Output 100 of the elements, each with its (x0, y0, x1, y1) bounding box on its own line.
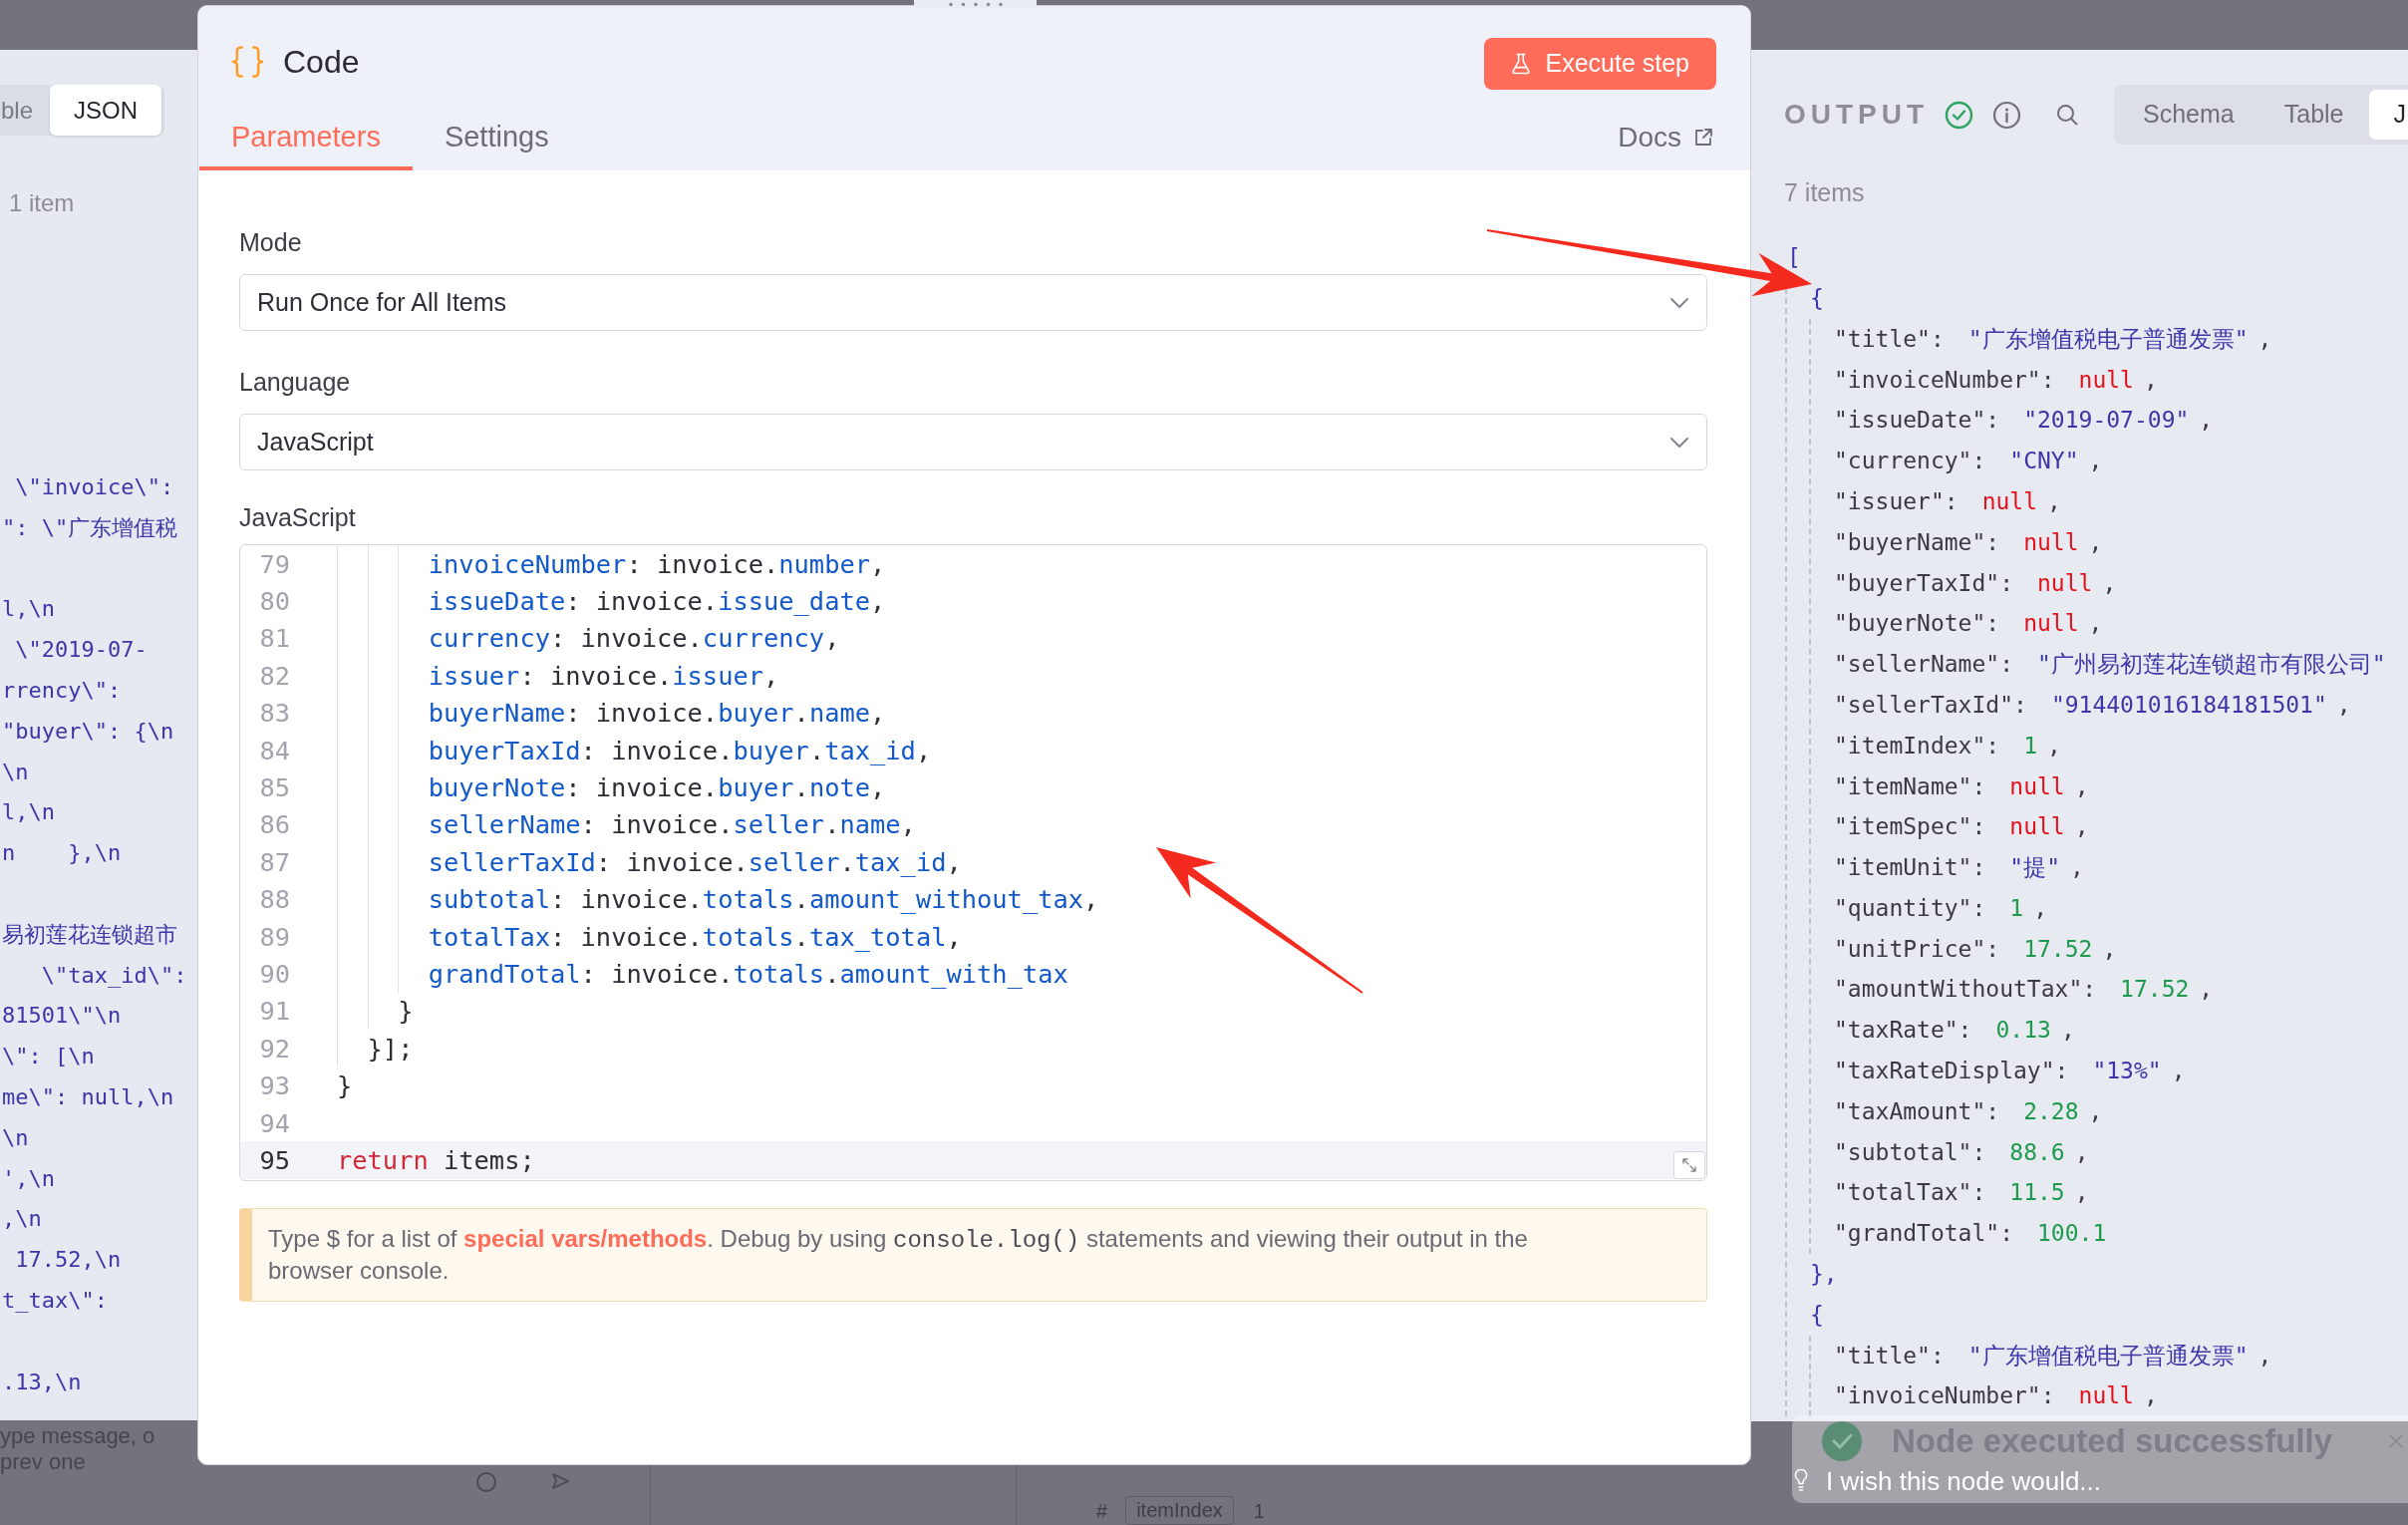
json-key: "issuer": (1834, 483, 1958, 519)
dropdown[interactable]: Run Once for All Items (239, 274, 1707, 331)
view-tab[interactable]: Schema (2118, 90, 2259, 140)
json-punctuation: , (2258, 324, 2272, 354)
json-punctuation: , (2336, 690, 2351, 720)
lightbulb-icon (1794, 1468, 1808, 1494)
item-count: 1 item (9, 188, 75, 218)
tab[interactable]: Parameters (199, 109, 413, 170)
code-line: } (398, 995, 414, 1029)
json-key: "issueDate": (1834, 403, 2000, 438)
dropdown[interactable]: JavaScript (239, 414, 1707, 470)
json-text: 易初莲花连锁超市 (1, 920, 177, 949)
view-tab[interactable]: Table (2258, 90, 2369, 140)
json-punctuation: , (2258, 1341, 2272, 1371)
line-number: 90 (259, 957, 290, 991)
line-number: 85 (259, 771, 290, 804)
json-text: \n (1, 758, 29, 786)
json-text: \n (1, 1123, 29, 1152)
search-icon[interactable] (2056, 104, 2079, 126)
code-line: grandTotal: invoice.totals.amount_with_tax (428, 957, 1068, 991)
json-text: ',\n (1, 1164, 55, 1193)
json-punctuation: , (2088, 527, 2103, 557)
docs-link[interactable]: Docs (1618, 117, 1713, 158)
view-tab[interactable]: J (2368, 90, 2408, 140)
json-punctuation: , (2033, 893, 2048, 923)
json-key: "title": (1834, 321, 1945, 357)
code-line: invoiceNumber: invoice.number, (428, 547, 886, 581)
json-text: 81501\"\n (1, 1002, 122, 1031)
code-line: currency: invoice.currency, (428, 622, 840, 656)
json-bracket: { (1810, 1300, 1824, 1330)
line-number: 83 (259, 697, 290, 731)
line-number: 88 (259, 883, 290, 917)
code-line: } (337, 1069, 353, 1103)
node-title: Code (283, 42, 360, 82)
json-key: "currency": (1834, 444, 1986, 478)
json-text: \"2019-07- (14, 636, 148, 665)
json-text: \"invoice\": (14, 473, 174, 501)
json-punctuation: , (2047, 731, 2061, 761)
json-key: "buyerName": (1834, 524, 2000, 560)
code-line: buyerNote: invoice.buyer.note, (428, 771, 886, 804)
json-key: "sellerTaxId": (1834, 687, 2027, 723)
json-text: l,\n (1, 798, 55, 827)
line-number: 84 (259, 734, 290, 767)
chevron-down-icon (1669, 436, 1689, 449)
json-text: n },\n (1, 839, 122, 868)
json-bracket: [ (1787, 243, 1801, 272)
json-bracket: { (1810, 283, 1824, 313)
braces-icon (231, 43, 264, 80)
json-key: "grandTotal": (1834, 1216, 2013, 1251)
json-key: "title": (1834, 1338, 1945, 1373)
json-text: \": [\n (1, 1043, 95, 1071)
json-value: null (2078, 1381, 2134, 1411)
json-value: 17.52 (2023, 934, 2093, 964)
expand-icon[interactable] (1673, 1151, 1705, 1179)
code-line: subtotal: invoice.totals.amount_without_tax, (428, 883, 1099, 917)
json-key: "invoiceNumber": (1834, 1378, 2055, 1413)
json-punctuation: , (2102, 934, 2117, 964)
json-value: "2019-07-09" (2023, 406, 2190, 436)
line-number: 89 (259, 920, 290, 954)
info-icon[interactable] (1992, 100, 2022, 130)
tab[interactable]: Settings (412, 109, 581, 170)
json-value: 17.52 (2120, 975, 2190, 1005)
code-line: buyerName: invoice.buyer.name, (428, 697, 886, 731)
json-key: "amountWithoutTax": (1834, 972, 2097, 1007)
json-punctuation: , (2199, 975, 2214, 1005)
code-line: totalTax: invoice.totals.tax_total, (428, 920, 962, 954)
code-line: return items; (337, 1143, 535, 1177)
json-value: 2.28 (2023, 1096, 2079, 1126)
special-vars-link[interactable]: special vars/methods (463, 1225, 708, 1252)
json-value: "广州易初莲花连锁超市有限公司" (2037, 650, 2386, 680)
feedback-prompt: I wish this node would... (1826, 1465, 2102, 1497)
panel-title: OUTPUT (1784, 98, 1930, 132)
json-text: "buyer\": {\n (1, 717, 174, 746)
json-value: null (2009, 771, 2065, 801)
view-tab[interactable]: ble (0, 85, 51, 136)
json-key: "taxRateDisplay": (1834, 1054, 2069, 1088)
json-value: "广东增值税电子普通发票" (1967, 1341, 2249, 1371)
line-number: 79 (259, 547, 290, 581)
json-text: ,\n (1, 1205, 42, 1234)
chevron-down-icon (1669, 296, 1689, 309)
json-punctuation: , (2074, 1178, 2089, 1208)
json-value: null (1981, 486, 2037, 516)
drag-handle-icon[interactable] (914, 0, 1037, 9)
send-icon[interactable] (550, 1471, 570, 1491)
json-key: "itemUnit": (1834, 850, 1986, 885)
json-punctuation: , (2143, 365, 2158, 395)
code-editor[interactable] (239, 544, 1707, 1181)
code-line: buyerTaxId: invoice.buyer.tax_id, (428, 734, 932, 767)
line-number: 82 (259, 659, 290, 693)
json-value: "广东增值税电子普通发票" (1967, 324, 2249, 354)
execute-step-button[interactable]: Execute step (1484, 38, 1716, 90)
json-value: 1 (2023, 731, 2038, 761)
view-tab[interactable]: JSON (50, 85, 162, 136)
json-key: "invoiceNumber": (1834, 362, 2055, 398)
json-text: .13,\n (1, 1368, 82, 1396)
hint-text: Type $ for a list of special vars/methods. Debug by using console.log() statements and viewing their output in the browser console. (268, 1224, 1529, 1286)
json-key: "subtotal": (1834, 1134, 1986, 1170)
ring-icon[interactable] (475, 1471, 497, 1493)
json-text: 17.52,\n (14, 1246, 122, 1275)
json-punctuation: , (2102, 568, 2117, 598)
